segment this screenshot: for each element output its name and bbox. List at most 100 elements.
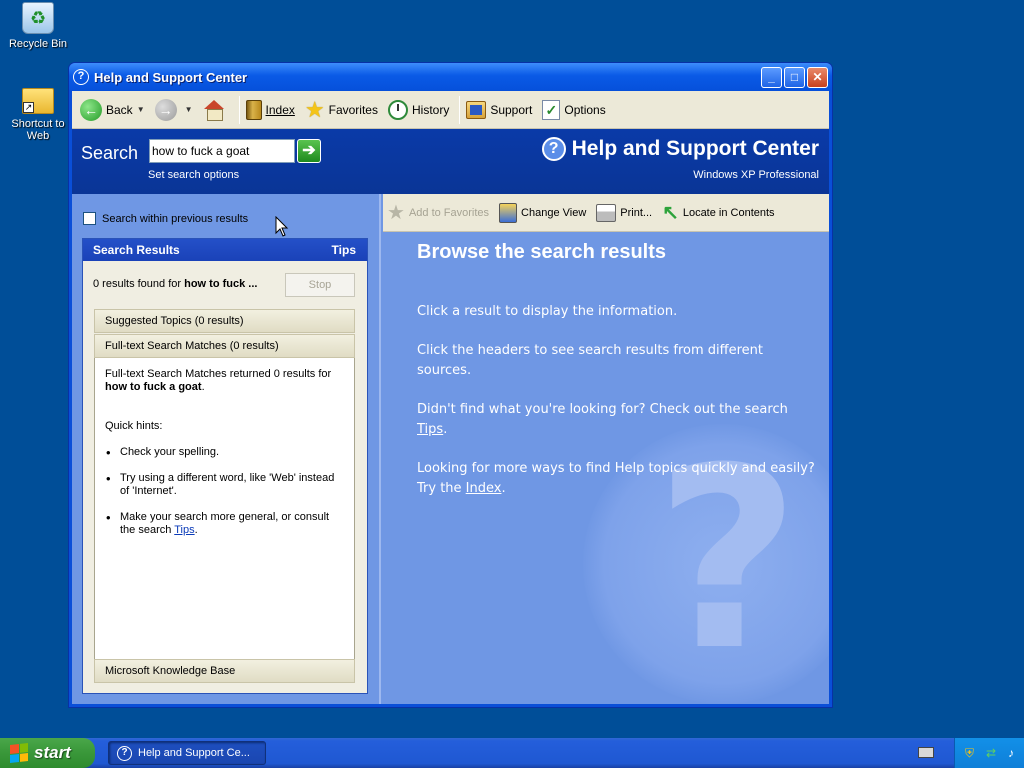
tips-link[interactable]: Tips xyxy=(417,422,443,437)
history-label: History xyxy=(411,102,450,117)
star-icon: ★ xyxy=(387,201,405,224)
hint-period: . xyxy=(194,524,198,536)
options-button[interactable]: ✓ Options xyxy=(542,99,606,120)
locate-label: Locate in Contents xyxy=(682,206,775,219)
add-to-favorites-button[interactable]: ★ Add to Favorites xyxy=(387,201,490,224)
desktop-icon-recycle-bin[interactable]: Recycle Bin xyxy=(0,2,76,50)
back-label: Back xyxy=(106,102,133,117)
windows-edition: Windows XP Professional xyxy=(693,169,819,181)
chevron-down-icon[interactable]: ▼ xyxy=(137,105,145,114)
star-icon: ★ xyxy=(304,96,325,122)
forward-arrow-icon: → xyxy=(154,98,177,121)
support-label: Support xyxy=(490,102,533,117)
folder-icon: ↗ xyxy=(22,88,54,114)
taskbar-item-help-support[interactable]: ? Help and Support Ce... xyxy=(108,741,266,765)
keyboard-icon[interactable] xyxy=(918,747,934,758)
content-paragraph: Click the headers to see search results … xyxy=(417,343,763,378)
favorites-label: Favorites xyxy=(328,102,378,117)
left-pane: Search within previous results Search Re… xyxy=(72,194,381,704)
summary-query: how to fuck a goat xyxy=(105,381,202,393)
print-button[interactable]: Print... xyxy=(596,203,653,222)
recycle-bin-icon xyxy=(22,2,54,34)
taskbar-item-label: Help and Support Ce... xyxy=(138,747,250,759)
checkbox-label: Search within previous results xyxy=(102,212,249,225)
change-view-label: Change View xyxy=(521,206,587,219)
taskbar: start ? Help and Support Ce... ⛨ ⇄ ♪ xyxy=(0,738,1024,768)
search-input[interactable] xyxy=(149,139,295,163)
support-icon xyxy=(466,100,487,119)
content-area: Browse the search results Click a result… xyxy=(417,242,817,518)
book-icon xyxy=(245,99,262,120)
knowledge-base-header[interactable]: Microsoft Knowledge Base xyxy=(94,659,355,683)
start-button[interactable]: start xyxy=(0,738,95,768)
help-icon: ? xyxy=(73,69,89,85)
quick-hints-title: Quick hints: xyxy=(105,420,163,432)
history-clock-icon xyxy=(387,99,408,120)
tips-link[interactable]: Tips xyxy=(332,243,356,257)
help-icon: ? xyxy=(117,745,132,761)
change-view-button[interactable]: Change View xyxy=(499,202,587,223)
windows-logo-icon xyxy=(10,743,28,763)
back-arrow-icon: ← xyxy=(80,98,102,121)
desktop-icon-label: Recycle Bin xyxy=(8,38,68,50)
results-header: Search Results Tips xyxy=(83,239,367,261)
window-title: Help and Support Center xyxy=(94,69,248,85)
print-label: Print... xyxy=(620,206,653,219)
options-checklist-icon: ✓ xyxy=(542,99,561,120)
search-within-previous-checkbox[interactable]: Search within previous results xyxy=(83,212,248,225)
security-shield-icon[interactable]: ⛨ xyxy=(965,746,974,761)
content-heading: Browse the search results xyxy=(417,241,666,263)
index-link[interactable]: Index xyxy=(466,481,502,496)
hints-list: Check your spelling. Try using a differe… xyxy=(105,446,344,537)
chevron-down-icon[interactable]: ▼ xyxy=(185,105,193,114)
options-label: Options xyxy=(564,102,606,117)
results-count-query: how to fuck ... xyxy=(184,278,258,290)
volume-icon[interactable]: ♪ xyxy=(1008,746,1014,760)
start-label: start xyxy=(34,743,71,762)
brand-title: ? Help and Support Center xyxy=(541,137,819,161)
home-button[interactable] xyxy=(203,99,229,121)
content-paragraph: Didn't find what you're looking for? Che… xyxy=(417,400,817,440)
network-icon[interactable]: ⇄ xyxy=(986,746,996,760)
checkbox[interactable] xyxy=(83,212,96,225)
favorites-button[interactable]: ★ Favorites xyxy=(304,96,378,122)
title-bar[interactable]: ? Help and Support Center _ □ ✕ xyxy=(69,63,832,91)
search-go-button[interactable]: ➔ xyxy=(297,139,321,163)
desktop-icon-label: Shortcut to Web xyxy=(11,118,65,142)
set-search-options-link[interactable]: Set search options xyxy=(148,169,239,181)
help-icon: ? xyxy=(541,137,566,161)
paragraph-period: . xyxy=(443,422,448,437)
help-support-window: ? Help and Support Center _ □ ✕ ← Back ▼… xyxy=(68,62,833,708)
add-favorites-label: Add to Favorites xyxy=(408,206,490,219)
right-pane: ★ Add to Favorites Change View Print... … xyxy=(383,194,829,704)
tips-link[interactable]: Tips xyxy=(174,524,194,536)
stop-button[interactable]: Stop xyxy=(285,273,355,297)
fulltext-matches-header[interactable]: Full-text Search Matches (0 results) xyxy=(94,334,355,358)
close-button[interactable]: ✕ xyxy=(807,66,828,88)
summary-text: Full-text Search Matches returned 0 resu… xyxy=(105,368,332,380)
summary-period: . xyxy=(201,381,205,393)
locate-in-contents-button[interactable]: ↖ Locate in Contents xyxy=(662,203,775,223)
content-paragraph: Click a result to display the informatio… xyxy=(417,304,678,319)
forward-button[interactable]: → ▼ xyxy=(154,98,193,121)
fulltext-results-body: Full-text Search Matches returned 0 resu… xyxy=(94,358,355,659)
history-button[interactable]: History xyxy=(387,99,450,120)
window-client: ← Back ▼ → ▼ Index ★ Favorites History S… xyxy=(72,91,829,704)
change-view-icon xyxy=(499,202,518,223)
back-button[interactable]: ← Back ▼ xyxy=(80,98,145,121)
maximize-button[interactable]: □ xyxy=(784,66,805,88)
search-results-panel: Search Results Tips 0 results found for … xyxy=(82,238,368,694)
list-item: Try using a different word, like 'Web' i… xyxy=(105,472,344,498)
hint-text: Make your search more general, or consul… xyxy=(120,511,330,536)
paragraph-period: . xyxy=(501,481,506,496)
paragraph-text: Didn't find what you're looking for? Che… xyxy=(417,402,788,417)
list-item: Check your spelling. xyxy=(105,446,344,459)
suggested-topics-header[interactable]: Suggested Topics (0 results) xyxy=(94,309,355,333)
index-button[interactable]: Index xyxy=(245,99,295,120)
content-toolbar: ★ Add to Favorites Change View Print... … xyxy=(383,194,829,232)
results-count: 0 results found for how to fuck ... xyxy=(93,278,257,290)
minimize-button[interactable]: _ xyxy=(761,66,782,88)
results-header-title: Search Results xyxy=(93,243,180,257)
desktop-icon-shortcut-web[interactable]: ↗ Shortcut to Web xyxy=(0,86,76,142)
support-button[interactable]: Support xyxy=(466,100,533,119)
